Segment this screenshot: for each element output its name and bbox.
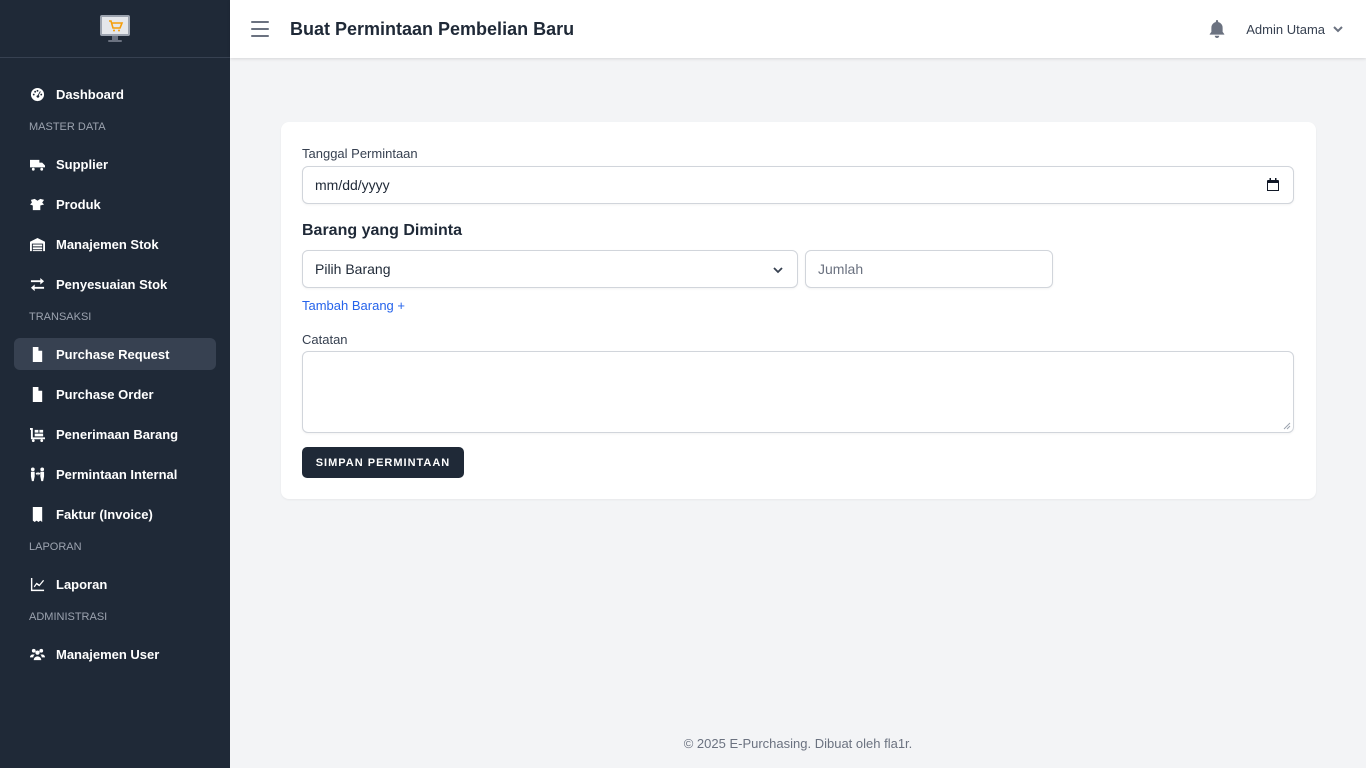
section-master-data: MASTER DATA <box>29 121 106 133</box>
sidebar-item-supplier[interactable]: Supplier <box>14 148 216 180</box>
chevron-down-icon <box>1333 26 1343 33</box>
sidebar-item-label: Penerimaan Barang <box>56 426 179 442</box>
receipt-icon <box>29 506 45 522</box>
page-title: Buat Permintaan Pembelian Baru <box>290 18 575 39</box>
menu-toggle-icon[interactable] <box>251 21 269 37</box>
sidebar-item-laporan[interactable]: Laporan <box>14 568 216 600</box>
user-name: Admin Utama <box>1246 21 1325 37</box>
item-select-value: Pilih Barang <box>315 261 391 277</box>
sidebar-nav: Dashboard MASTER DATA Supplier Produk Ma… <box>0 58 230 670</box>
sidebar-item-label: Supplier <box>56 156 109 172</box>
quantity-input[interactable]: Jumlah <box>805 250 1053 288</box>
sidebar-item-produk[interactable]: Produk <box>14 188 216 220</box>
sidebar-item-penyesuaian-stok[interactable]: Penyesuaian Stok <box>14 268 216 300</box>
box-icon <box>29 196 45 212</box>
date-placeholder: mm/dd/yyyy <box>315 177 390 193</box>
sidebar-item-label: Penyesuaian Stok <box>56 276 168 292</box>
item-select[interactable]: Pilih Barang <box>302 250 798 288</box>
gauge-icon <box>29 86 45 102</box>
notes-label: Catatan <box>302 332 348 347</box>
people-arrows-icon <box>29 466 45 482</box>
line-chart-icon <box>29 576 45 592</box>
calendar-icon[interactable] <box>1266 178 1280 192</box>
sidebar-logo[interactable] <box>0 0 230 58</box>
sidebar: Dashboard MASTER DATA Supplier Produk Ma… <box>0 0 230 768</box>
swap-icon <box>29 276 45 292</box>
truck-icon <box>29 156 45 172</box>
sidebar-item-purchase-order[interactable]: Purchase Order <box>14 378 216 410</box>
sidebar-item-label: Manajemen User <box>56 646 160 662</box>
section-laporan: LAPORAN <box>29 541 82 553</box>
resize-handle-icon[interactable] <box>1283 422 1291 430</box>
sidebar-item-permintaan-internal[interactable]: Permintaan Internal <box>14 458 216 490</box>
sidebar-item-label: Laporan <box>56 576 108 592</box>
bell-icon[interactable] <box>1208 20 1226 38</box>
items-section-title: Barang yang Diminta <box>302 222 463 239</box>
sidebar-item-label: Permintaan Internal <box>56 466 178 482</box>
date-input[interactable]: mm/dd/yyyy <box>302 166 1294 204</box>
sidebar-item-manajemen-stok[interactable]: Manajemen Stok <box>14 228 216 260</box>
top-header: Buat Permintaan Pembelian Baru Admin Uta… <box>230 0 1366 58</box>
dolly-icon <box>29 426 45 442</box>
date-label: Tanggal Permintaan <box>302 146 418 161</box>
sidebar-item-label: Purchase Request <box>56 346 170 362</box>
sidebar-item-label: Dashboard <box>56 86 124 102</box>
file-invoice-icon <box>29 386 45 402</box>
sidebar-item-label: Produk <box>56 196 101 212</box>
footer: © 2025 E-Purchasing. Dibuat oleh fla1r. <box>683 736 913 751</box>
monitor-cart-icon <box>100 14 130 42</box>
quantity-placeholder: Jumlah <box>818 261 864 277</box>
section-administrasi: ADMINISTRASI <box>29 611 108 623</box>
users-icon <box>29 646 45 662</box>
chevron-down-icon <box>773 267 783 274</box>
section-transaksi: TRANSAKSI <box>29 311 92 323</box>
sidebar-item-manajemen-user[interactable]: Manajemen User <box>14 638 216 670</box>
sidebar-item-label: Faktur (Invoice) <box>56 506 153 522</box>
warehouse-icon <box>29 236 45 252</box>
user-menu[interactable]: Admin Utama <box>1246 22 1344 37</box>
sidebar-item-label: Purchase Order <box>56 386 154 402</box>
add-item-link[interactable]: Tambah Barang + <box>302 298 405 313</box>
file-icon <box>29 346 45 362</box>
sidebar-item-penerimaan-barang[interactable]: Penerimaan Barang <box>14 418 216 450</box>
sidebar-item-dashboard[interactable]: Dashboard <box>14 78 216 110</box>
sidebar-item-label: Manajemen Stok <box>56 236 159 252</box>
purchase-request-form: Tanggal Permintaan mm/dd/yyyy Barang yan… <box>281 122 1316 499</box>
save-request-button[interactable]: SIMPAN PERMINTAAN <box>302 447 464 478</box>
sidebar-item-purchase-request[interactable]: Purchase Request <box>14 338 216 370</box>
notes-textarea[interactable] <box>302 351 1294 433</box>
sidebar-item-faktur[interactable]: Faktur (Invoice) <box>14 498 216 530</box>
